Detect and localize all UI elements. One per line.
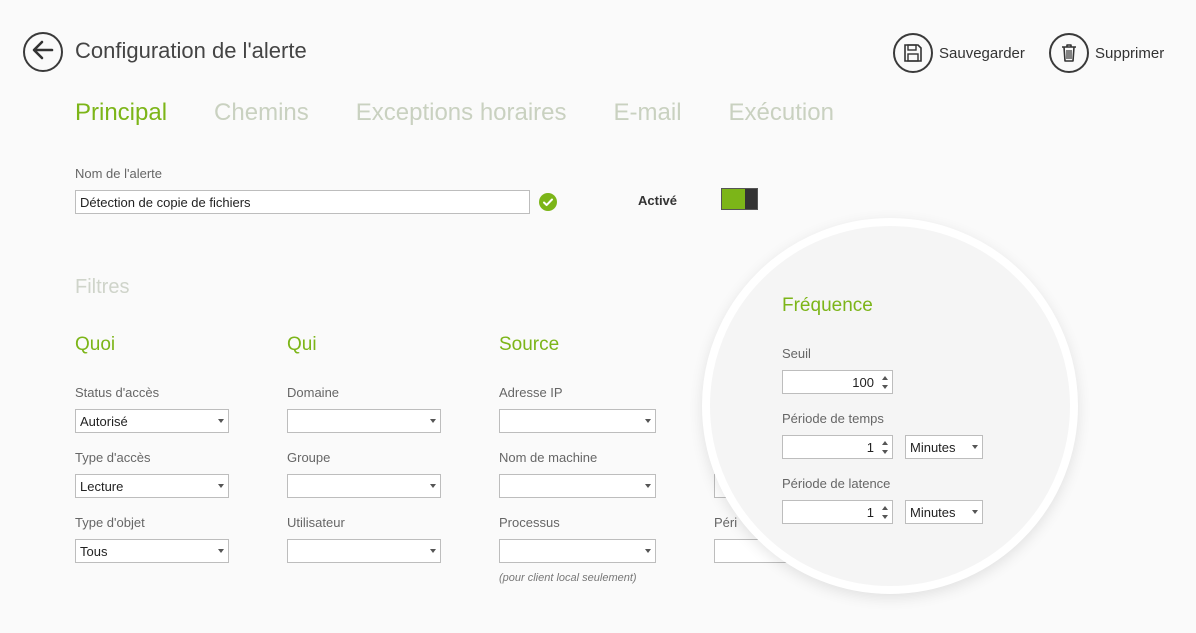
caret-down-icon: [645, 419, 651, 423]
delete-button-label: Supprimer: [1095, 44, 1165, 62]
machine-name-label: Nom de machine: [499, 450, 598, 465]
caret-down-icon: [218, 549, 224, 553]
time-period-unit-select[interactable]: Minutes: [905, 435, 983, 459]
caret-down-icon: [430, 549, 436, 553]
delete-button[interactable]: Supprimer: [1049, 33, 1164, 73]
threshold-spinner[interactable]: 100: [782, 370, 893, 394]
active-label: Activé: [638, 193, 678, 208]
access-status-label: Status d'accès: [75, 385, 160, 400]
latency-period-label: Période de latence: [782, 476, 891, 491]
save-button-label: Sauvegarder: [939, 44, 1025, 62]
caret-down-icon: [972, 445, 978, 449]
spin-down-icon[interactable]: [882, 385, 888, 389]
process-select[interactable]: [499, 539, 656, 563]
tab-principal[interactable]: Principal: [75, 99, 167, 127]
time-period-unit-value: Minutes: [910, 440, 956, 455]
page-title: Configuration de l'alerte: [75, 38, 307, 63]
qui-title: Qui: [287, 334, 317, 355]
access-status-value: Autorisé: [80, 414, 128, 429]
valid-check-icon: [539, 193, 557, 211]
object-type-select[interactable]: Tous: [75, 539, 229, 563]
caret-down-icon: [430, 484, 436, 488]
object-type-label: Type d'objet: [75, 515, 145, 530]
frequency-title: Fréquence: [782, 295, 873, 316]
spin-up-icon[interactable]: [882, 376, 888, 380]
process-label: Processus: [499, 515, 560, 530]
user-label: Utilisateur: [287, 515, 345, 530]
group-label: Groupe: [287, 450, 331, 465]
save-icon: [893, 33, 933, 73]
tab-email[interactable]: E-mail: [614, 99, 682, 127]
trash-icon: [1049, 33, 1089, 73]
back-button[interactable]: [23, 32, 63, 72]
time-period-spinner[interactable]: 1: [782, 435, 893, 459]
latency-period-unit-select[interactable]: Minutes: [905, 500, 983, 524]
access-type-select[interactable]: Lecture: [75, 474, 229, 498]
access-status-select[interactable]: Autorisé: [75, 409, 229, 433]
caret-down-icon: [430, 419, 436, 423]
toggle-knob: [745, 189, 757, 209]
caret-down-icon: [218, 484, 224, 488]
process-note: (pour client local seulement): [499, 572, 637, 584]
latency-period-value: 1: [866, 505, 874, 520]
quoi-title: Quoi: [75, 334, 116, 355]
access-type-label: Type d'accès: [75, 450, 151, 465]
caret-down-icon: [218, 419, 224, 423]
time-period-label: Période de temps: [782, 411, 884, 426]
arrow-left-icon: [32, 39, 54, 66]
latency-period-unit-value: Minutes: [910, 505, 956, 520]
group-select[interactable]: [287, 474, 441, 498]
spin-down-icon[interactable]: [882, 515, 888, 519]
caret-down-icon: [972, 510, 978, 514]
tab-exceptions-horaires[interactable]: Exceptions horaires: [356, 99, 567, 127]
hidden-period-label: Péri: [714, 515, 738, 530]
latency-period-spinner[interactable]: 1: [782, 500, 893, 524]
tab-execution[interactable]: Exécution: [729, 99, 834, 127]
tab-bar: Principal Chemins Exceptions horaires E-…: [75, 99, 881, 127]
time-period-value: 1: [866, 440, 874, 455]
threshold-label: Seuil: [782, 346, 811, 361]
frequency-magnifier: [702, 218, 1078, 594]
active-toggle[interactable]: [721, 188, 758, 210]
ip-address-label: Adresse IP: [499, 385, 563, 400]
spin-down-icon[interactable]: [882, 450, 888, 454]
save-button[interactable]: Sauvegarder: [893, 33, 1025, 73]
caret-down-icon: [645, 484, 651, 488]
ip-address-select[interactable]: [499, 409, 656, 433]
alert-name-label: Nom de l'alerte: [75, 166, 163, 181]
tab-chemins[interactable]: Chemins: [214, 99, 309, 127]
spin-up-icon[interactable]: [882, 506, 888, 510]
source-title: Source: [499, 334, 560, 355]
spin-up-icon[interactable]: [882, 441, 888, 445]
domain-select[interactable]: [287, 409, 441, 433]
access-type-value: Lecture: [80, 479, 124, 494]
domain-label: Domaine: [287, 385, 340, 400]
threshold-value: 100: [852, 375, 874, 390]
alert-name-input[interactable]: [75, 190, 530, 214]
user-select[interactable]: [287, 539, 441, 563]
filters-title: Filtres: [75, 276, 130, 298]
caret-down-icon: [645, 549, 651, 553]
machine-name-select[interactable]: [499, 474, 656, 498]
object-type-value: Tous: [80, 544, 108, 559]
